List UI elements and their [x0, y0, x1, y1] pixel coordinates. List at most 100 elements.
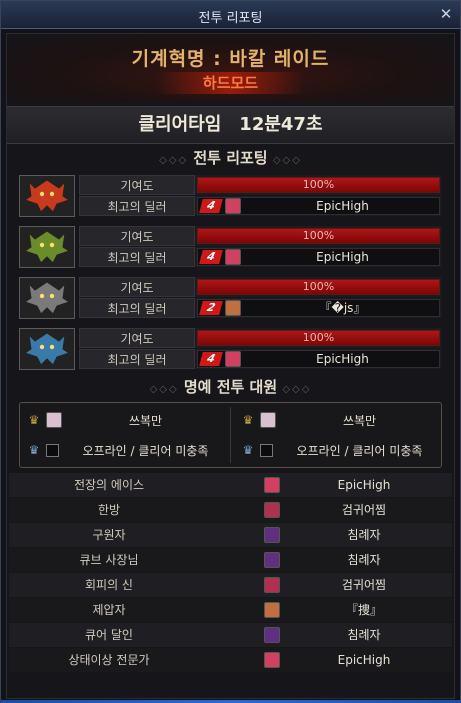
reporting-title-text: 전투 리포팅 — [193, 149, 268, 167]
honor-member-name: 쓰복만 — [128, 414, 163, 428]
title-award-row[interactable]: 한방 검귀어찜 — [9, 498, 452, 522]
battle-report-window: 전투 리포팅 ✕ 기계혁명 : 바칼 레이드 하드모드 클리어타임 12분47초 … — [0, 0, 461, 703]
award-title: 큐어 달인 — [85, 628, 133, 642]
party-rank-badge: 4 — [199, 199, 223, 213]
character-avatar[interactable] — [225, 249, 241, 265]
raid-header: 기계혁명 : 바칼 레이드 하드모드 — [7, 34, 454, 102]
top-dealer-label: 최고의 딜러 — [79, 298, 195, 318]
character-avatar[interactable] — [264, 602, 280, 618]
award-title: 전장의 에이스 — [73, 478, 145, 492]
green-dragon-icon — [19, 226, 75, 268]
character-avatar[interactable] — [225, 198, 241, 214]
honor-member-cell[interactable]: ♛ 쓰복만 — [236, 407, 441, 435]
title-award-row[interactable]: 회피의 신 검귀어찜 — [9, 573, 452, 597]
character-avatar[interactable] — [264, 577, 280, 593]
honor-members-box: ♛ 쓰복만 ♛ 쓰복만 ♛ 오프라인 / 클리어 미충족 ♛ 오프라인 / 클리어 미충족 — [19, 402, 442, 468]
character-avatar[interactable] — [264, 652, 280, 668]
top-dealer-label: 최고의 딜러 — [79, 349, 195, 369]
award-title: 구원자 — [92, 528, 126, 542]
clear-time-value: 12분47초 — [239, 114, 323, 135]
character-avatar[interactable] — [264, 477, 280, 493]
crown-icon: ♛ — [242, 413, 254, 427]
raid-name: 기계혁명 : 바칼 레이드 — [131, 48, 330, 70]
crown-icon: ♛ — [242, 443, 254, 457]
clear-time-label: 클리어타임 — [138, 114, 222, 135]
divider-ornament-right: ◇◇◇ — [282, 384, 312, 395]
empty-slot-icon — [46, 444, 59, 457]
award-title: 한방 — [97, 503, 121, 517]
top-dealer-row: 최고의 딜러 2 『�js』 — [79, 298, 442, 318]
contribution-label: 기여도 — [79, 175, 195, 195]
empty-slot-icon — [260, 444, 273, 457]
top-dealer-label: 최고의 딜러 — [79, 247, 195, 267]
top-dealer-row: 최고의 딜러 4 EpicHigh — [79, 247, 442, 267]
top-dealer-name: 『�js』 — [319, 301, 366, 315]
title-award-row[interactable]: 상태이상 전문가 EpicHigh — [9, 648, 452, 672]
top-dealer-label: 최고의 딜러 — [79, 196, 195, 216]
report-panel: 기계혁명 : 바칼 레이드 하드모드 클리어타임 12분47초 ◇◇◇ 전투 리포… — [6, 33, 455, 699]
top-dealer-row: 최고의 딜러 4 EpicHigh — [79, 349, 442, 369]
contribution-label: 기여도 — [79, 328, 195, 348]
award-title: 제압자 — [92, 603, 126, 617]
contribution-bar: 100% — [197, 330, 440, 346]
top-dealer-value: 4 EpicHigh — [197, 350, 440, 368]
title-bar[interactable]: 전투 리포팅 ✕ — [1, 1, 460, 29]
boss-report: 기여도 100% 최고의 딜러 4 EpicHigh — [19, 175, 442, 217]
divider-ornament-left: ◇◇◇ — [149, 384, 179, 395]
award-title: 큐브 사장님 — [79, 553, 139, 567]
party-rank-badge: 4 — [199, 250, 223, 264]
top-dealer-name: EpicHigh — [316, 352, 369, 366]
contribution-bar: 100% — [197, 279, 440, 295]
award-player-name: EpicHigh — [337, 653, 391, 667]
character-avatar[interactable] — [264, 627, 280, 643]
top-dealer-name: EpicHigh — [316, 250, 369, 264]
character-avatar[interactable] — [46, 412, 62, 428]
award-player-name: 검귀어찜 — [341, 503, 387, 517]
close-icon[interactable]: ✕ — [438, 6, 454, 22]
contribution-row: 기여도 100% — [79, 277, 442, 297]
title-award-row[interactable]: 제압자 『捜』 — [9, 598, 452, 622]
reporting-section-title: ◇◇◇ 전투 리포팅 ◇◇◇ — [7, 148, 454, 168]
gray-dragon-icon — [19, 277, 75, 319]
character-avatar[interactable] — [264, 502, 280, 518]
award-title: 상태이상 전문가 — [68, 653, 150, 667]
red-dragon-icon — [19, 175, 75, 217]
honor-title-text: 명예 전투 대원 — [183, 378, 278, 396]
crown-icon: ♛ — [28, 443, 40, 457]
honor-divider — [230, 407, 231, 463]
clear-time-banner: 클리어타임 12분47초 — [7, 106, 454, 144]
top-dealer-value: 2 『�js』 — [197, 299, 440, 317]
boss-report: 기여도 100% 최고의 딜러 2 『�js』 — [19, 277, 442, 319]
title-award-row[interactable]: 구원자 침례자 — [9, 523, 452, 547]
award-player-name: 침례자 — [347, 628, 381, 642]
character-avatar[interactable] — [225, 300, 241, 316]
character-avatar[interactable] — [225, 351, 241, 367]
contribution-bar: 100% — [197, 228, 440, 244]
boss-report: 기여도 100% 최고의 딜러 4 EpicHigh — [19, 226, 442, 268]
top-dealer-value: 4 EpicHigh — [197, 248, 440, 266]
title-awards-list: 전장의 에이스 EpicHigh 한방 검귀어찜 구원자 침례자 큐브 사장님 침례자 회피의 … — [9, 473, 452, 699]
window-title: 전투 리포팅 — [198, 11, 263, 26]
top-dealer-value: 4 EpicHigh — [197, 197, 440, 215]
award-player-name: 검귀어찜 — [341, 578, 387, 592]
title-award-row[interactable]: 큐브 사장님 침례자 — [9, 548, 452, 572]
award-player-name: 침례자 — [347, 528, 381, 542]
honor-member-name: 오프라인 / 클리어 미충족 — [82, 444, 209, 458]
character-avatar[interactable] — [260, 412, 276, 428]
honor-member-cell[interactable]: ♛ 쓰복만 — [22, 407, 227, 435]
contribution-row: 기여도 100% — [79, 328, 442, 348]
party-rank-badge: 4 — [199, 352, 223, 366]
honor-member-cell[interactable]: ♛ 오프라인 / 클리어 미충족 — [22, 437, 227, 465]
contribution-percent: 100% — [302, 280, 335, 293]
party-rank-badge: 2 — [199, 301, 223, 315]
honor-member-cell[interactable]: ♛ 오프라인 / 클리어 미충족 — [236, 437, 441, 465]
award-player-name: 침례자 — [347, 553, 381, 567]
title-award-row[interactable]: 전장의 에이스 EpicHigh — [9, 473, 452, 497]
character-avatar[interactable] — [264, 552, 280, 568]
blue-dragon-icon — [19, 328, 75, 370]
character-avatar[interactable] — [264, 527, 280, 543]
divider-ornament-right: ◇◇◇ — [272, 155, 302, 166]
award-player-name: EpicHigh — [337, 478, 391, 492]
title-award-row[interactable]: 큐어 달인 침례자 — [9, 623, 452, 647]
boss-report: 기여도 100% 최고의 딜러 4 EpicHigh — [19, 328, 442, 370]
